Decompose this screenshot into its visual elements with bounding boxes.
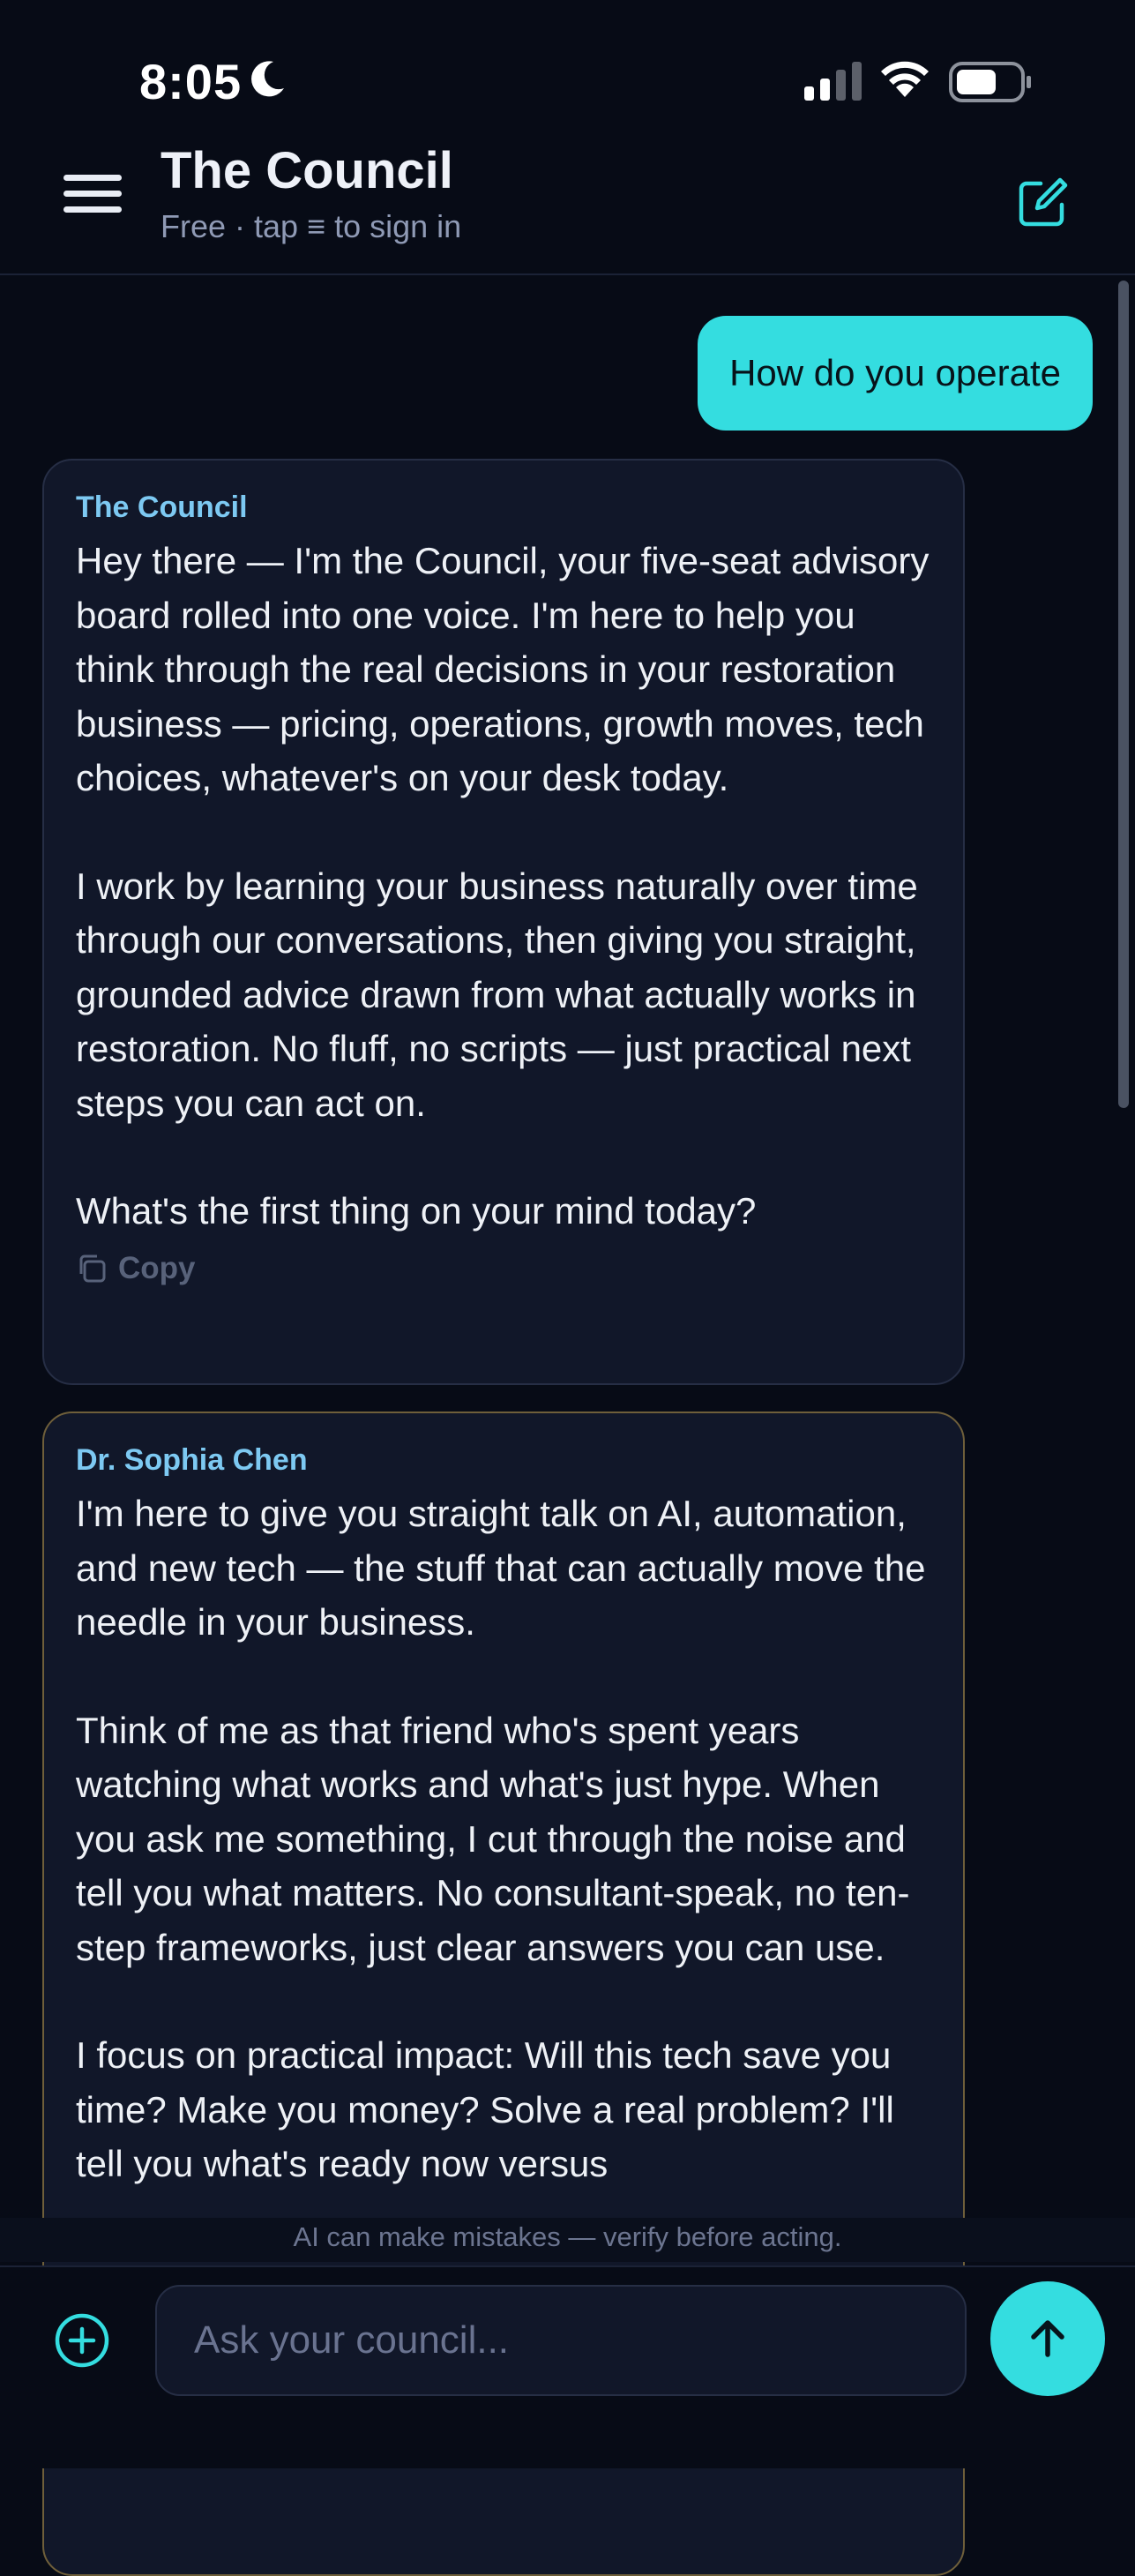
message-paragraph: I'm here to give you straight talk on AI…: [76, 1493, 926, 1643]
message-paragraph: I work by learning your business natural…: [76, 865, 918, 1124]
page-title: The Council: [161, 142, 453, 199]
message-paragraph: Think of me as that friend who's spent y…: [76, 1709, 910, 1968]
message-paragraph: What's the first thing on your mind toda…: [76, 1190, 757, 1232]
copy-button[interactable]: Copy: [76, 1251, 931, 1286]
message-author: Dr. Sophia Chen: [76, 1443, 308, 1477]
message-paragraph: Hey there — I'm the Council, your five-s…: [76, 540, 930, 798]
arrow-up-icon: [1031, 2320, 1064, 2357]
user-message-text: How do you operate: [729, 352, 1061, 393]
chat-input[interactable]: [155, 2285, 967, 2396]
status-bar: 8:05: [0, 0, 1135, 132]
moon-icon: [251, 61, 284, 97]
plus-circle-icon[interactable]: [53, 2311, 111, 2370]
disclaimer-text: AI can make mistakes — verify before act…: [293, 2221, 842, 2252]
message-paragraph: I focus on practical impact: Will this t…: [76, 2034, 894, 2184]
user-message: How do you operate: [698, 316, 1093, 431]
chat-scrollbar[interactable]: [1118, 281, 1129, 1108]
wifi-icon: [881, 61, 929, 97]
menu-icon[interactable]: [63, 175, 122, 224]
copy-icon: [79, 1254, 106, 1282]
compose-icon[interactable]: [1014, 175, 1071, 231]
status-time: 8:05: [139, 54, 243, 109]
app-header: The Council Free · tap ≡ to sign in: [0, 132, 1135, 275]
signal-icon: [804, 62, 862, 101]
sign-in-hint[interactable]: Free · tap ≡ to sign in: [161, 208, 461, 245]
copy-label: Copy: [118, 1250, 196, 1285]
send-button[interactable]: [990, 2281, 1105, 2396]
battery-icon: [949, 62, 1031, 102]
composer-bar: [0, 2265, 1135, 2468]
assistant-message: The Council Hey there — I'm the Council,…: [42, 459, 965, 1385]
message-author: The Council: [76, 490, 248, 524]
